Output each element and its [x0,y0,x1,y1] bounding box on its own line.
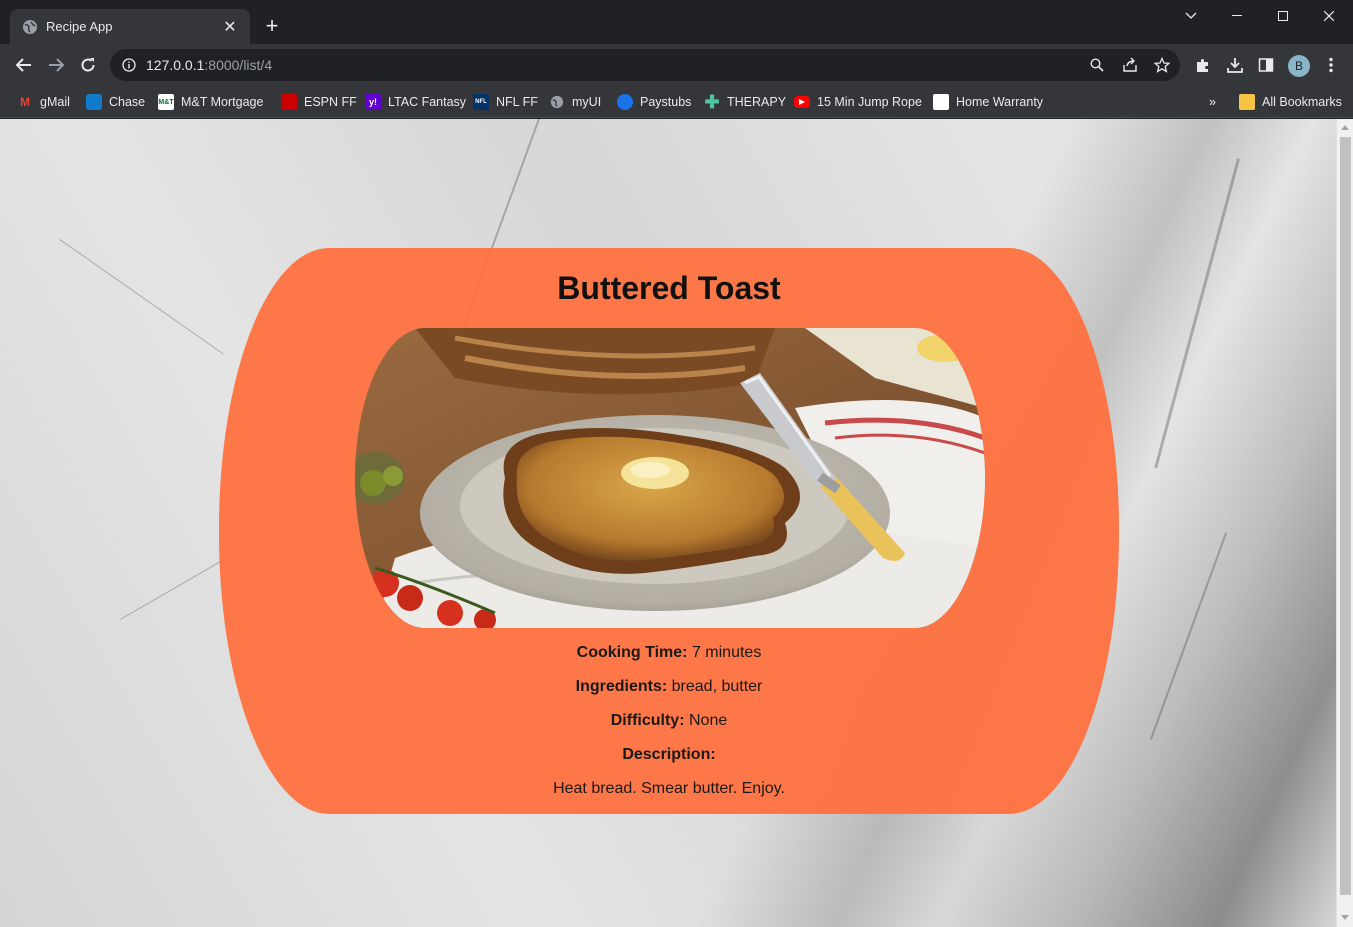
bookmark-gmail[interactable]: M gMail [17,92,70,112]
zoom-search-icon[interactable] [1088,56,1106,74]
extensions-icon[interactable] [1193,55,1213,75]
profile-avatar[interactable]: B [1288,55,1310,77]
chase-icon [86,94,102,110]
description-heading: Description: [219,746,1119,764]
scroll-up-arrow[interactable] [1341,125,1349,130]
paystubs-icon [617,94,633,110]
page-viewport: Buttered Toast Cooking Time: 7 minutes I… [0,119,1353,927]
minimize-button[interactable] [1214,0,1260,32]
download-icon[interactable] [1225,55,1245,75]
description-text: Heat bread. Smear butter. Enjoy. [553,780,785,797]
tab-strip: Recipe App ✕ + [0,0,1353,44]
bookmark-label: Paystubs [640,95,692,109]
nfl-icon: NFL [473,94,489,110]
bookmark-ltac-fantasy[interactable]: y! LTAC Fantasy [365,92,466,112]
bookmark-therapy[interactable]: ✚ THERAPY [704,92,786,112]
info-icon[interactable] [122,58,136,72]
maximize-button[interactable] [1260,0,1306,32]
address-bar[interactable]: 127.0.0.1:8000/list/4 [110,49,1180,81]
url-path: :8000/list/4 [204,57,273,73]
bookmark-label: Home Warranty [956,95,1044,109]
arrow-left-icon [16,58,31,72]
arrow-right-icon [49,58,64,72]
bookmark-mt-mortgage[interactable]: M&T M&T Mortgage [158,92,263,112]
bookmark-label: M&T Mortgage [181,95,264,109]
menu-kebab-icon[interactable] [1321,55,1341,75]
bookmark-nfl-ff[interactable]: NFL NFL FF [473,92,538,112]
globe-icon [549,94,565,110]
all-bookmarks-folder[interactable]: All Bookmarks [1239,92,1342,112]
espn-icon [281,94,297,110]
buttered-toast-image [355,328,985,628]
mt-icon: M&T [158,94,174,110]
bookmark-label: 15 Min Jump Rope [817,95,922,109]
cooking-time-label: Cooking Time: [576,644,688,661]
close-window-button[interactable] [1306,0,1352,32]
tab-search-icon[interactable] [1168,0,1214,32]
ingredients: Ingredients: bread, butter [219,678,1119,696]
more-bookmarks-button[interactable]: » [1209,92,1216,112]
bookmark-label: myUI [572,95,602,109]
star-icon[interactable] [1153,56,1171,74]
description-label: Description: [622,746,716,763]
bookmarks-bar: M gMail Chase M&T M&T Mortgage ESPN FF y… [0,86,1353,118]
plus-icon: ✚ [704,91,720,112]
bookmark-label: Chase [109,95,146,109]
close-icon[interactable]: ✕ [220,17,240,37]
bookmark-label: LTAC Fantasy [388,95,467,109]
new-tab-button[interactable]: + [260,13,284,38]
bookmark-label: All Bookmarks [1262,95,1342,109]
browser-toolbar: 127.0.0.1:8000/list/4 B [0,44,1353,86]
marble-vein [59,239,224,355]
scroll-thumb[interactable] [1340,137,1351,895]
folder-icon [1239,94,1255,110]
difficulty-value: None [688,712,728,729]
bookmark-label: THERAPY [727,95,787,109]
globe-icon [22,19,38,35]
difficulty: Difficulty: None [219,712,1119,730]
home-warranty-icon [933,94,949,110]
scroll-down-arrow[interactable] [1341,915,1349,920]
url-host: 127.0.0.1 [146,57,205,73]
tab-title: Recipe App [46,19,113,34]
ingredients-label: Ingredients: [575,678,668,695]
bookmark-home-warranty[interactable]: Home Warranty [933,92,1043,112]
gmail-icon: M [20,95,30,109]
recipe-card: Buttered Toast Cooking Time: 7 minutes I… [219,248,1119,814]
bookmark-myui[interactable]: myUI [549,92,601,112]
yahoo-icon: y! [365,94,381,110]
back-button[interactable] [10,51,38,79]
share-icon[interactable] [1121,56,1139,74]
bookmark-label: ESPN FF [304,95,357,109]
bookmark-jump-rope[interactable]: 15 Min Jump Rope [794,92,922,112]
cooking-time-value: 7 minutes [691,644,762,661]
recipe-title: Buttered Toast [557,270,781,306]
marble-vein [1154,158,1240,469]
bookmark-chase[interactable]: Chase [86,92,145,112]
bookmark-espn[interactable]: ESPN FF [281,92,357,112]
side-panel-icon[interactable] [1256,55,1276,75]
bookmark-label: NFL FF [496,95,538,109]
bookmark-label: gMail [40,95,70,109]
difficulty-label: Difficulty: [610,712,685,729]
recipe-photo [355,328,985,628]
reload-button[interactable] [74,51,102,79]
reload-icon [81,58,95,72]
marble-vein [1150,532,1228,740]
cooking-time: Cooking Time: 7 minutes [219,644,1119,662]
bookmark-paystubs[interactable]: Paystubs [617,92,691,112]
tab-recipe-app[interactable]: Recipe App ✕ [10,9,250,44]
youtube-icon [794,96,810,108]
vertical-scrollbar[interactable] [1336,119,1353,927]
ingredients-value: bread, butter [671,678,763,695]
forward-button[interactable] [42,51,70,79]
